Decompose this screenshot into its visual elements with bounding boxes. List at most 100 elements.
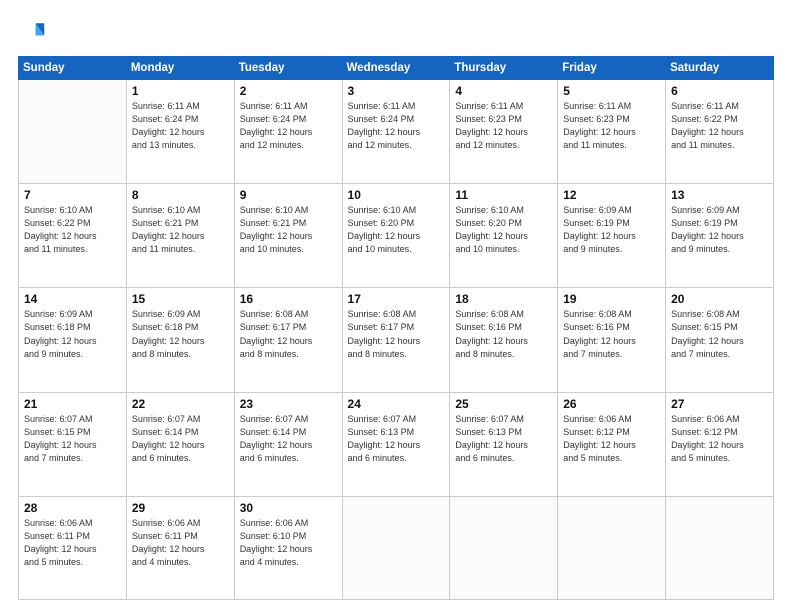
- calendar-cell: 1 Sunrise: 6:11 AM Sunset: 6:24 PM Daylig…: [126, 80, 234, 184]
- calendar-table: SundayMondayTuesdayWednesdayThursdayFrid…: [18, 56, 774, 600]
- calendar-week-row: 7 Sunrise: 6:10 AM Sunset: 6:22 PM Daylig…: [19, 184, 774, 288]
- day-info: Sunrise: 6:10 AM Sunset: 6:20 PM Dayligh…: [348, 204, 445, 256]
- day-number: 27: [671, 397, 768, 411]
- calendar-cell: 10 Sunrise: 6:10 AM Sunset: 6:20 PM Dayli…: [342, 184, 450, 288]
- day-info: Sunrise: 6:06 AM Sunset: 6:11 PM Dayligh…: [24, 517, 121, 569]
- day-info: Sunrise: 6:10 AM Sunset: 6:21 PM Dayligh…: [132, 204, 229, 256]
- day-number: 1: [132, 84, 229, 98]
- day-info: Sunrise: 6:09 AM Sunset: 6:19 PM Dayligh…: [563, 204, 660, 256]
- calendar-cell: 5 Sunrise: 6:11 AM Sunset: 6:23 PM Daylig…: [558, 80, 666, 184]
- day-info: Sunrise: 6:09 AM Sunset: 6:19 PM Dayligh…: [671, 204, 768, 256]
- day-info: Sunrise: 6:10 AM Sunset: 6:20 PM Dayligh…: [455, 204, 552, 256]
- logo: [18, 18, 50, 46]
- weekday-header-tuesday: Tuesday: [234, 57, 342, 80]
- day-number: 17: [348, 292, 445, 306]
- weekday-header-sunday: Sunday: [19, 57, 127, 80]
- calendar-cell: 25 Sunrise: 6:07 AM Sunset: 6:13 PM Dayli…: [450, 392, 558, 496]
- weekday-header-monday: Monday: [126, 57, 234, 80]
- calendar-cell: [666, 496, 774, 599]
- logo-icon: [18, 18, 46, 46]
- day-number: 7: [24, 188, 121, 202]
- calendar-cell: 23Sunrise: 6:07 AM Sunset: 6:14 PM Dayli…: [234, 392, 342, 496]
- day-number: 13: [671, 188, 768, 202]
- calendar-week-row: 14 Sunrise: 6:09 AM Sunset: 6:18 PM Dayli…: [19, 288, 774, 392]
- calendar-cell: [342, 496, 450, 599]
- calendar-cell: 26 Sunrise: 6:06 AM Sunset: 6:12 PM Dayli…: [558, 392, 666, 496]
- day-number: 20: [671, 292, 768, 306]
- day-info: Sunrise: 6:07 AM Sunset: 6:13 PM Dayligh…: [455, 413, 552, 465]
- day-info: Sunrise: 6:07 AM Sunset: 6:15 PM Dayligh…: [24, 413, 121, 465]
- calendar-week-row: 21 Sunrise: 6:07 AM Sunset: 6:15 PM Dayli…: [19, 392, 774, 496]
- calendar-cell: 28 Sunrise: 6:06 AM Sunset: 6:11 PM Dayli…: [19, 496, 127, 599]
- calendar-cell: 3Sunrise: 6:11 AM Sunset: 6:24 PM Daylig…: [342, 80, 450, 184]
- calendar-cell: 12 Sunrise: 6:09 AM Sunset: 6:19 PM Dayli…: [558, 184, 666, 288]
- day-number: 2: [240, 84, 337, 98]
- day-number: 23: [240, 397, 337, 411]
- day-number: 14: [24, 292, 121, 306]
- day-number: 30: [240, 501, 337, 515]
- day-number: 15: [132, 292, 229, 306]
- day-number: 18: [455, 292, 552, 306]
- calendar-cell: 19Sunrise: 6:08 AM Sunset: 6:16 PM Dayli…: [558, 288, 666, 392]
- calendar-cell: 14 Sunrise: 6:09 AM Sunset: 6:18 PM Dayli…: [19, 288, 127, 392]
- day-number: 5: [563, 84, 660, 98]
- weekday-header-row: SundayMondayTuesdayWednesdayThursdayFrid…: [19, 57, 774, 80]
- weekday-header-thursday: Thursday: [450, 57, 558, 80]
- day-info: Sunrise: 6:09 AM Sunset: 6:18 PM Dayligh…: [132, 308, 229, 360]
- day-info: Sunrise: 6:11 AM Sunset: 6:22 PM Dayligh…: [671, 100, 768, 152]
- day-info: Sunrise: 6:10 AM Sunset: 6:22 PM Dayligh…: [24, 204, 121, 256]
- calendar-cell: 16Sunrise: 6:08 AM Sunset: 6:17 PM Dayli…: [234, 288, 342, 392]
- calendar-cell: 13 Sunrise: 6:09 AM Sunset: 6:19 PM Dayli…: [666, 184, 774, 288]
- day-info: Sunrise: 6:06 AM Sunset: 6:12 PM Dayligh…: [563, 413, 660, 465]
- calendar-cell: 8 Sunrise: 6:10 AM Sunset: 6:21 PM Daylig…: [126, 184, 234, 288]
- day-info: Sunrise: 6:07 AM Sunset: 6:13 PM Dayligh…: [348, 413, 445, 465]
- day-number: 11: [455, 188, 552, 202]
- calendar-cell: 7 Sunrise: 6:10 AM Sunset: 6:22 PM Daylig…: [19, 184, 127, 288]
- calendar-cell: [19, 80, 127, 184]
- calendar-cell: [558, 496, 666, 599]
- calendar-cell: 15 Sunrise: 6:09 AM Sunset: 6:18 PM Dayli…: [126, 288, 234, 392]
- day-info: Sunrise: 6:11 AM Sunset: 6:24 PM Dayligh…: [348, 100, 445, 152]
- calendar-cell: 27Sunrise: 6:06 AM Sunset: 6:12 PM Dayli…: [666, 392, 774, 496]
- day-number: 29: [132, 501, 229, 515]
- day-info: Sunrise: 6:11 AM Sunset: 6:23 PM Dayligh…: [455, 100, 552, 152]
- weekday-header-saturday: Saturday: [666, 57, 774, 80]
- calendar-cell: 22 Sunrise: 6:07 AM Sunset: 6:14 PM Dayli…: [126, 392, 234, 496]
- calendar-cell: 18Sunrise: 6:08 AM Sunset: 6:16 PM Dayli…: [450, 288, 558, 392]
- day-number: 25: [455, 397, 552, 411]
- page: SundayMondayTuesdayWednesdayThursdayFrid…: [0, 0, 792, 612]
- day-number: 12: [563, 188, 660, 202]
- calendar-week-row: 1 Sunrise: 6:11 AM Sunset: 6:24 PM Daylig…: [19, 80, 774, 184]
- calendar-cell: 9 Sunrise: 6:10 AM Sunset: 6:21 PM Daylig…: [234, 184, 342, 288]
- weekday-header-friday: Friday: [558, 57, 666, 80]
- day-info: Sunrise: 6:07 AM Sunset: 6:14 PM Dayligh…: [132, 413, 229, 465]
- day-number: 22: [132, 397, 229, 411]
- day-number: 28: [24, 501, 121, 515]
- calendar-cell: 30Sunrise: 6:06 AM Sunset: 6:10 PM Dayli…: [234, 496, 342, 599]
- calendar-cell: 4 Sunrise: 6:11 AM Sunset: 6:23 PM Daylig…: [450, 80, 558, 184]
- calendar-cell: 11 Sunrise: 6:10 AM Sunset: 6:20 PM Dayli…: [450, 184, 558, 288]
- day-number: 26: [563, 397, 660, 411]
- day-number: 19: [563, 292, 660, 306]
- day-number: 4: [455, 84, 552, 98]
- day-info: Sunrise: 6:11 AM Sunset: 6:24 PM Dayligh…: [132, 100, 229, 152]
- day-number: 16: [240, 292, 337, 306]
- day-number: 10: [348, 188, 445, 202]
- day-info: Sunrise: 6:06 AM Sunset: 6:11 PM Dayligh…: [132, 517, 229, 569]
- day-info: Sunrise: 6:11 AM Sunset: 6:23 PM Dayligh…: [563, 100, 660, 152]
- calendar-cell: 17 Sunrise: 6:08 AM Sunset: 6:17 PM Dayli…: [342, 288, 450, 392]
- day-number: 8: [132, 188, 229, 202]
- day-number: 21: [24, 397, 121, 411]
- day-info: Sunrise: 6:08 AM Sunset: 6:17 PM Dayligh…: [348, 308, 445, 360]
- calendar-week-row: 28 Sunrise: 6:06 AM Sunset: 6:11 PM Dayli…: [19, 496, 774, 599]
- day-info: Sunrise: 6:09 AM Sunset: 6:18 PM Dayligh…: [24, 308, 121, 360]
- weekday-header-wednesday: Wednesday: [342, 57, 450, 80]
- day-info: Sunrise: 6:11 AM Sunset: 6:24 PM Dayligh…: [240, 100, 337, 152]
- day-number: 9: [240, 188, 337, 202]
- calendar-cell: 6Sunrise: 6:11 AM Sunset: 6:22 PM Daylig…: [666, 80, 774, 184]
- day-info: Sunrise: 6:08 AM Sunset: 6:15 PM Dayligh…: [671, 308, 768, 360]
- calendar-cell: 24 Sunrise: 6:07 AM Sunset: 6:13 PM Dayli…: [342, 392, 450, 496]
- calendar-cell: 21 Sunrise: 6:07 AM Sunset: 6:15 PM Dayli…: [19, 392, 127, 496]
- day-number: 24: [348, 397, 445, 411]
- day-info: Sunrise: 6:10 AM Sunset: 6:21 PM Dayligh…: [240, 204, 337, 256]
